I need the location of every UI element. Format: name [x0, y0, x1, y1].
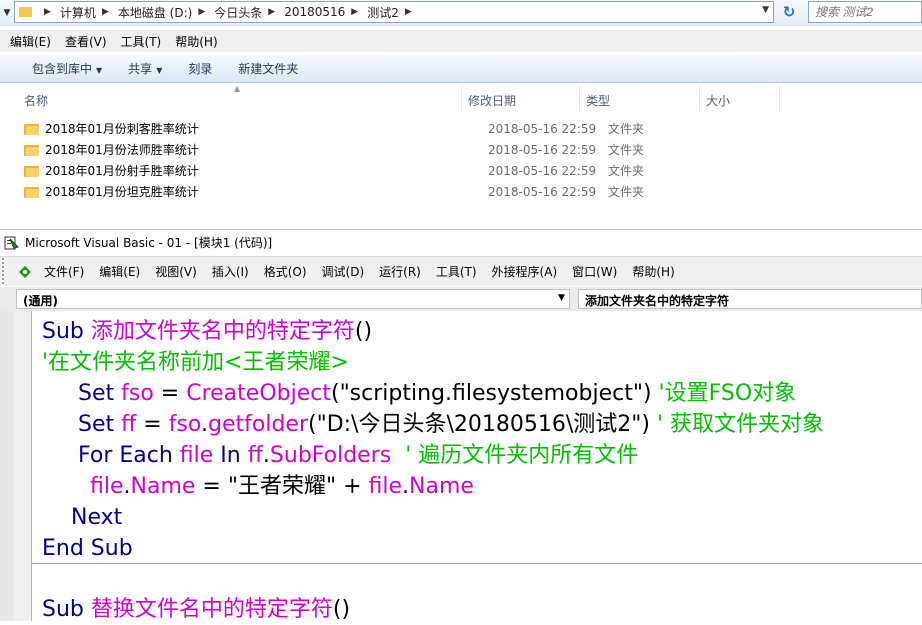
object-combo[interactable]: (通用) — [16, 289, 570, 309]
code-line[interactable]: End Sub — [42, 533, 133, 564]
chevron-right-icon[interactable]: ▶ — [351, 7, 358, 17]
chevron-down-icon: ▼ — [156, 66, 163, 75]
breadcrumb-current[interactable]: 测试2 — [367, 4, 399, 21]
menu-run[interactable]: 运行(R) — [379, 263, 421, 280]
vbe-title-bar: Microsoft Visual Basic - 01 - [模块1 (代码)] — [0, 229, 922, 255]
share-button[interactable]: 共享 ▼ — [128, 60, 162, 77]
vbe-menu-bar: 文件(F) 编辑(E) 视图(V) 插入(I) 格式(O) 调试(D) 运行(R… — [0, 256, 922, 286]
folder-small-icon — [19, 7, 32, 17]
file-row[interactable]: 2018年01月份坦克胜率统计 2018-05-16 22:59 文件夹 — [24, 181, 644, 202]
include-in-library-button[interactable]: 包含到库中 ▼ — [32, 60, 102, 77]
column-type[interactable]: 类型 — [580, 86, 700, 112]
chevron-right-icon[interactable]: ▶ — [44, 7, 51, 17]
code-line[interactable]: file.Name = "王者荣耀" + file.Name — [90, 471, 474, 502]
column-header-row: 名称 修改日期 类型 大小 — [0, 86, 922, 112]
menu-view[interactable]: 查看(V) — [65, 33, 107, 50]
folder-icon — [24, 123, 39, 135]
code-line[interactable]: Next — [71, 502, 122, 533]
chevron-right-icon[interactable]: ▶ — [405, 7, 412, 17]
code-line[interactable]: Set ff = fso.getfolder("D:\今日头条\20180516… — [78, 409, 824, 440]
sort-up-icon: ▲ — [234, 84, 241, 93]
address-bar[interactable]: ▶ 计算机 ▶ 本地磁盘 (D:) ▶ 今日头条 ▶ 20180516 ▶ 测试… — [14, 1, 774, 23]
chevron-down-icon[interactable]: ▼ — [558, 293, 565, 303]
combo-row: (通用) ▼ 添加文件夹名中的特定字符 — [0, 287, 922, 311]
menu-tools[interactable]: 工具(T) — [436, 263, 477, 280]
menu-tools[interactable]: 工具(T) — [121, 33, 162, 50]
column-size[interactable]: 大小 — [700, 86, 780, 112]
menu-window[interactable]: 窗口(W) — [572, 263, 617, 280]
code-line[interactable]: '在文件夹名称前加<王者荣耀> — [42, 347, 349, 378]
breadcrumb-folder[interactable]: 20180516 — [284, 5, 345, 19]
file-row[interactable]: 2018年01月份法师胜率统计 2018-05-16 22:59 文件夹 — [24, 139, 644, 160]
menu-help[interactable]: 帮助(H) — [632, 263, 674, 280]
burn-button[interactable]: 刻录 — [188, 60, 212, 77]
file-row[interactable]: 2018年01月份射手胜率统计 2018-05-16 22:59 文件夹 — [24, 160, 644, 181]
code-line[interactable]: Sub 添加文件夹名中的特定字符() — [42, 316, 372, 347]
folder-icon — [24, 165, 39, 177]
code-line[interactable]: Sub 替换文件名中的特定字符() — [42, 594, 350, 625]
vba-app-icon — [4, 235, 20, 251]
procedure-combo[interactable]: 添加文件夹名中的特定字符 — [578, 289, 922, 309]
menu-addins[interactable]: 外接程序(A) — [492, 263, 558, 280]
procedure-separator — [32, 563, 922, 564]
code-line[interactable]: Set fso = CreateObject("scripting.filesy… — [78, 378, 796, 409]
file-row[interactable]: 2018年01月份刺客胜率统计 2018-05-16 22:59 文件夹 — [24, 118, 644, 139]
menu-edit[interactable]: 编辑(E) — [10, 33, 51, 50]
vbe-window-title: Microsoft Visual Basic - 01 - [模块1 (代码)] — [25, 236, 273, 250]
chevron-right-icon[interactable]: ▶ — [198, 7, 205, 17]
menu-debug[interactable]: 调试(D) — [322, 263, 365, 280]
code-line[interactable]: For Each file In ff.SubFolders ' 遍历文件夹内所… — [78, 440, 638, 471]
command-bar: 包含到库中 ▼ 共享 ▼ 刻录 新建文件夹 — [0, 55, 922, 83]
breadcrumb-folder[interactable]: 今日头条 — [214, 4, 262, 21]
vba-menu-icon[interactable] — [16, 263, 34, 281]
nav-dropdown-icon[interactable]: ▼ — [0, 0, 14, 26]
menu-file[interactable]: 文件(F) — [44, 263, 84, 280]
breadcrumb-drive[interactable]: 本地磁盘 (D:) — [118, 4, 192, 21]
chevron-right-icon[interactable]: ▶ — [268, 7, 275, 17]
column-date[interactable]: 修改日期 — [462, 86, 580, 112]
folder-icon — [24, 144, 39, 156]
chevron-down-icon: ▼ — [96, 66, 103, 75]
editor-frame — [0, 311, 14, 621]
new-folder-button[interactable]: 新建文件夹 — [238, 60, 298, 77]
menu-help[interactable]: 帮助(H) — [175, 33, 217, 50]
explorer-menu-bar: 编辑(E) 查看(V) 工具(T) 帮助(H) — [0, 30, 922, 52]
refresh-icon[interactable]: ↻ — [778, 1, 800, 23]
chevron-right-icon[interactable]: ▶ — [102, 7, 109, 17]
menu-format[interactable]: 格式(O) — [264, 263, 307, 280]
folder-icon — [24, 186, 39, 198]
code-margin-indicator[interactable] — [14, 311, 32, 621]
toolbar-gripper[interactable] — [2, 258, 8, 284]
chevron-down-icon[interactable]: ▼ — [762, 5, 769, 15]
search-input[interactable] — [808, 1, 922, 23]
menu-view[interactable]: 视图(V) — [155, 263, 197, 280]
menu-edit[interactable]: 编辑(E) — [99, 263, 140, 280]
menu-insert[interactable]: 插入(I) — [212, 263, 249, 280]
breadcrumb-computer[interactable]: 计算机 — [60, 4, 96, 21]
